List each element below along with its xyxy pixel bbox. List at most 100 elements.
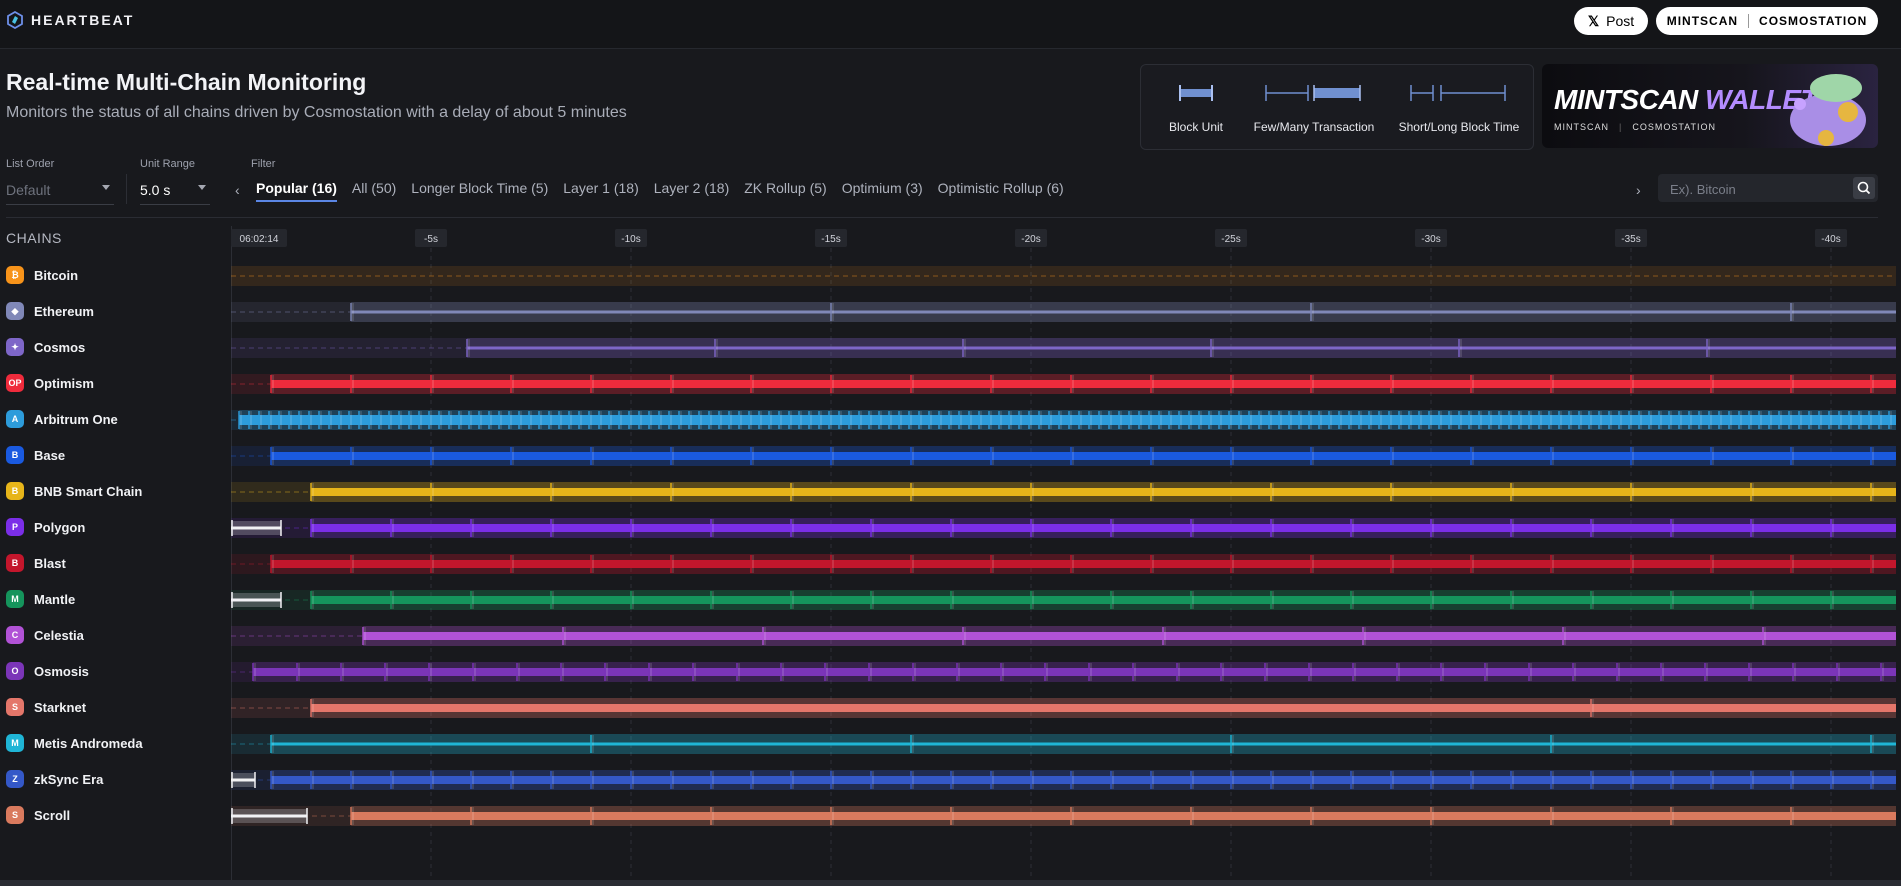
banner-logo-mintscan: MINTSCAN — [1554, 122, 1609, 132]
cosmostation-link[interactable]: COSMOSTATION — [1759, 14, 1867, 28]
heartbeat-logo[interactable]: HEARTBEAT — [6, 11, 134, 29]
arbitrum-icon: A — [6, 410, 24, 428]
brand-divider — [1748, 14, 1750, 28]
search-icon — [1857, 181, 1871, 195]
zksync-icon: Z — [6, 770, 24, 788]
tab-zk-rollup[interactable]: ZK Rollup (5) — [744, 180, 826, 202]
tab-optimium[interactable]: Optimium (3) — [842, 180, 923, 202]
legend-panel: Block Unit Few/Many Transaction Short/Lo… — [1140, 64, 1534, 150]
osmosis-icon: O — [6, 662, 24, 680]
tick-label: -25s — [1221, 234, 1240, 245]
chain-row-polygon[interactable]: P Polygon — [6, 513, 85, 541]
chain-block-bar — [363, 632, 1896, 640]
search-button[interactable] — [1853, 177, 1875, 199]
heartbeat-logo-icon — [7, 11, 23, 29]
tab-all[interactable]: All (50) — [352, 180, 396, 202]
blast-icon: B — [6, 554, 24, 572]
bottom-scrollbar[interactable] — [0, 880, 1901, 886]
bitcoin-icon: ₿ — [6, 266, 24, 284]
x-post-label: Post — [1606, 13, 1635, 29]
chain-row-ethereum[interactable]: ◆ Ethereum — [6, 297, 94, 325]
chevron-down-icon — [102, 185, 110, 190]
chain-row-scroll[interactable]: S Scroll — [6, 801, 70, 829]
chain-block-bar — [467, 346, 1896, 350]
chain-name: Polygon — [34, 519, 86, 535]
chain-name: Optimism — [34, 375, 94, 391]
chain-block-bar — [311, 488, 1896, 496]
legend-block-unit: Block Unit — [1155, 65, 1237, 149]
unit-range-value: 5.0 s — [140, 182, 171, 198]
chain-row-celestia[interactable]: C Celestia — [6, 621, 84, 649]
block-time-icon — [1410, 85, 1506, 101]
chain-name: Mantle — [34, 591, 76, 607]
chain-name: Bitcoin — [34, 267, 79, 283]
chevron-down-icon — [198, 185, 206, 190]
legend-transactions-label: Few/Many Transaction — [1253, 120, 1375, 134]
chain-block-bar — [351, 310, 1896, 314]
chain-name: BNB Smart Chain — [34, 483, 143, 499]
chain-block-bar — [271, 742, 1896, 746]
chevron-left-icon[interactable]: ‹ — [235, 182, 240, 198]
brand-links[interactable]: MINTSCAN COSMOSTATION — [1656, 7, 1878, 35]
chain-name: Scroll — [34, 807, 71, 823]
tick-label: -15s — [821, 234, 840, 245]
tab-optimistic-rollup[interactable]: Optimistic Rollup (6) — [938, 180, 1064, 202]
tick-label: 06:02:14 — [240, 234, 279, 245]
chain-row-blast[interactable]: B Blast — [6, 549, 66, 577]
list-order-select[interactable]: Default — [6, 176, 114, 205]
chain-row-bnb-smart-chain[interactable]: B BNB Smart Chain — [6, 477, 142, 505]
chain-row-cosmos[interactable]: ✦ Cosmos — [6, 333, 85, 361]
tick-label: -35s — [1621, 234, 1640, 245]
control-divider — [126, 174, 127, 204]
mintscan-link[interactable]: MINTSCAN — [1667, 14, 1738, 28]
legend-block-unit-label: Block Unit — [1168, 120, 1224, 134]
cosmos-icon: ✦ — [6, 338, 24, 356]
banner-logo-divider: | — [1619, 122, 1623, 132]
chain-row-metis-andromeda[interactable]: M Metis Andromeda — [6, 729, 143, 757]
top-bar: HEARTBEAT 𝕏 Post MINTSCAN COSMOSTATION — [0, 0, 1901, 49]
unit-range-label: Unit Range — [140, 158, 196, 170]
chain-name: zkSync Era — [34, 771, 104, 787]
tab-popular[interactable]: Popular (16) — [256, 180, 337, 202]
section-divider — [6, 217, 1878, 218]
optimism-icon: OP — [6, 374, 24, 392]
banner-title-main: MINTSCAN — [1554, 84, 1698, 115]
chain-row-zksync-era[interactable]: ZzkSync Era — [6, 765, 103, 793]
polygon-icon: P — [6, 518, 24, 536]
chain-block-bar — [351, 812, 1896, 820]
chain-row-starknet[interactable]: S Starknet — [6, 693, 86, 721]
banner-logos: MINTSCAN | COSMOSTATION — [1554, 122, 1716, 132]
search-input[interactable] — [1658, 174, 1862, 204]
ethereum-icon: ◆ — [6, 302, 24, 320]
chevron-right-icon[interactable]: › — [1636, 182, 1641, 198]
page-subtitle: Monitors the status of all chains driven… — [6, 104, 627, 121]
chain-row-osmosis[interactable]: O Osmosis — [6, 657, 89, 685]
chain-name: Base — [34, 447, 66, 463]
tab-layer-2[interactable]: Layer 2 (18) — [654, 180, 730, 202]
legend-block-time-label: Short/Long Block Time — [1398, 120, 1520, 134]
tick-label: -5s — [424, 234, 438, 245]
chain-block-bar — [239, 415, 1896, 425]
x-logo-icon: 𝕏 — [1587, 12, 1600, 29]
chain-row-base[interactable]: B Base — [6, 441, 65, 469]
unit-range-select[interactable]: 5.0 s — [140, 176, 210, 205]
celestia-icon: C — [6, 626, 24, 644]
brand-name: HEARTBEAT — [31, 12, 135, 28]
chain-row-arbitrum-one[interactable]: A Arbitrum One — [6, 405, 118, 433]
chain-block-bar — [271, 380, 1896, 388]
chain-name: Ethereum — [34, 303, 94, 319]
x-post-button[interactable]: 𝕏 Post — [1574, 7, 1648, 35]
mintscan-wallet-banner[interactable]: MINTSCAN WALLET MINTSCAN | COSMOSTATION — [1542, 64, 1878, 148]
chain-row-mantle[interactable]: M Mantle — [6, 585, 75, 613]
chain-name: Blast — [34, 555, 66, 571]
tab-longer-block-time[interactable]: Longer Block Time (5) — [411, 180, 548, 202]
chain-block-bar — [271, 452, 1896, 460]
tab-layer-1[interactable]: Layer 1 (18) — [563, 180, 639, 202]
chain-row-optimism[interactable]: OP Optimism — [6, 369, 94, 397]
mantle-icon: M — [6, 590, 24, 608]
transactions-icon — [1265, 85, 1361, 101]
chain-name: Celestia — [34, 627, 84, 643]
tick-label: -30s — [1421, 234, 1440, 245]
chain-row-bitcoin[interactable]: ₿ Bitcoin — [6, 261, 78, 289]
chain-block-bar — [253, 668, 1896, 676]
